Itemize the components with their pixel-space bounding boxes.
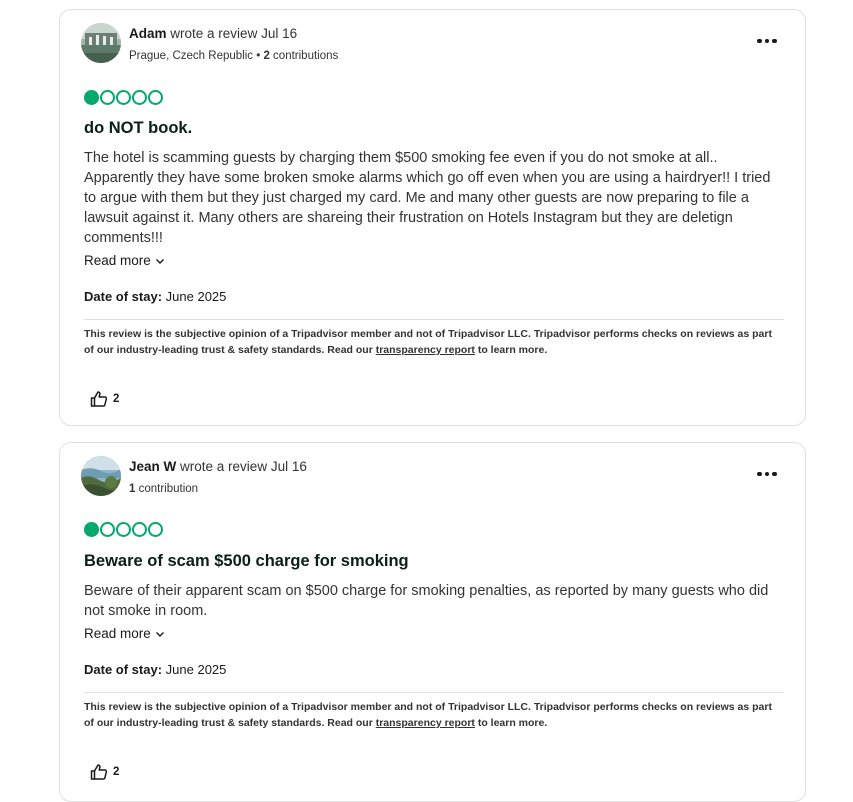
review-action: wrote a review Jul 16	[170, 26, 298, 41]
read-more-label: Read more	[84, 253, 151, 268]
review-disclaimer: This review is the subjective opinion of…	[84, 699, 784, 731]
rating-bubbles	[84, 522, 163, 537]
read-more-button[interactable]: Read more	[84, 626, 165, 641]
date-of-stay-label: Date of stay:	[84, 289, 163, 304]
rating-bubble-empty	[100, 522, 115, 537]
helpful-count: 2	[113, 393, 120, 405]
divider	[84, 692, 784, 693]
rating-bubble-empty	[148, 90, 163, 105]
helpful-vote-button[interactable]: 2	[90, 390, 119, 408]
reviewer-meta: 1 contribution	[129, 483, 198, 495]
reviewer-meta: Prague, Czech Republic • 2 contributions	[129, 50, 338, 62]
review-title[interactable]: Beware of scam $500 charge for smoking	[84, 552, 409, 571]
more-options-icon[interactable]	[755, 465, 779, 483]
review-header: Jean W wrote a review Jul 16	[129, 459, 307, 474]
rating-bubble-empty	[116, 522, 131, 537]
transparency-report-link[interactable]: transparency report	[376, 717, 475, 729]
rating-bubble-empty	[116, 90, 131, 105]
contributions-count: 1	[129, 483, 136, 495]
reviewer-location: Prague, Czech Republic	[129, 50, 254, 62]
chevron-down-icon	[155, 258, 164, 264]
review-card: Jean W wrote a review Jul 16 1 contribut…	[59, 442, 806, 802]
rating-bubble-empty	[132, 522, 147, 537]
rating-bubble-empty	[100, 90, 115, 105]
contributions-label: contributions	[273, 50, 339, 62]
rating-bubble-filled	[84, 90, 99, 105]
review-disclaimer: This review is the subjective opinion of…	[84, 326, 784, 358]
date-of-stay-value: June 2025	[165, 289, 227, 304]
disclaimer-text-end: to learn more.	[477, 344, 548, 356]
review-title[interactable]: do NOT book.	[84, 119, 192, 138]
thumbs-up-icon	[90, 391, 108, 407]
disclaimer-text-end: to learn more.	[477, 717, 548, 729]
review-card: Adam wrote a review Jul 16 Prague, Czech…	[59, 9, 806, 426]
rating-bubble-empty	[132, 90, 147, 105]
divider	[84, 319, 784, 320]
chevron-down-icon	[155, 631, 164, 637]
thumbs-up-icon	[90, 764, 108, 780]
helpful-vote-button[interactable]: 2	[90, 763, 119, 781]
review-body: Beware of their apparent scam on $500 ch…	[84, 583, 769, 619]
reviewer-avatar[interactable]	[81, 456, 121, 496]
transparency-report-link[interactable]: transparency report	[376, 344, 475, 356]
review-header: Adam wrote a review Jul 16	[129, 26, 297, 41]
contributions-label: contribution	[138, 483, 199, 495]
contributions-count: 2	[263, 50, 270, 62]
meta-separator: •	[253, 50, 264, 62]
rating-bubble-filled	[84, 522, 99, 537]
date-of-stay: Date of stay: June 2025	[84, 289, 226, 304]
date-of-stay-value: June 2025	[165, 662, 227, 677]
read-more-button[interactable]: Read more	[84, 253, 165, 268]
reviewer-name[interactable]: Jean W	[129, 459, 176, 474]
date-of-stay-label: Date of stay:	[84, 662, 163, 677]
reviewer-avatar[interactable]	[81, 23, 121, 63]
review-body: The hotel is scamming guests by charging…	[84, 150, 771, 246]
read-more-label: Read more	[84, 626, 151, 641]
rating-bubbles	[84, 90, 163, 105]
rating-bubble-empty	[148, 522, 163, 537]
reviewer-name[interactable]: Adam	[129, 26, 167, 41]
review-action: wrote a review Jul 16	[180, 459, 307, 474]
more-options-icon[interactable]	[755, 32, 779, 50]
helpful-count: 2	[113, 766, 120, 778]
date-of-stay: Date of stay: June 2025	[84, 662, 226, 677]
